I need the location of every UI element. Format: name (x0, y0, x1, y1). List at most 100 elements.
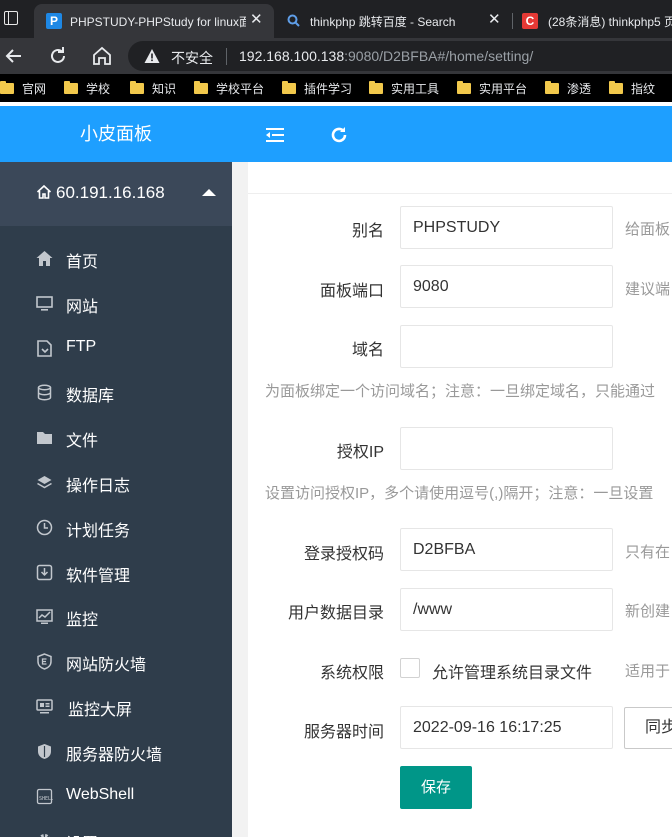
layers-icon (37, 475, 52, 489)
brand-title[interactable]: 小皮面板 (0, 106, 232, 162)
sync-time-button[interactable]: 同步 (624, 707, 672, 749)
tab-csdn[interactable]: C (28条消息) thinkphp5 页 (514, 4, 672, 38)
data-dir-input[interactable]: /www (400, 588, 613, 631)
auth-ip-tip: 设置访问授权IP，多个请使用逗号(,)隔开；注意：一旦设置 (265, 485, 654, 502)
sidebar-item-website[interactable]: 网站 (0, 281, 232, 326)
tab-phpstudy[interactable]: P PHPSTUDY-PHPStudy for linux面 ✕ (34, 4, 274, 38)
bookmark-xuexiao-pingtai[interactable]: 学校平台 (194, 80, 264, 97)
monitor-icon (36, 295, 53, 311)
sidebar-item-label: 网站 (66, 298, 99, 316)
bookmark-label: 指纹 (631, 82, 656, 96)
alias-input[interactable]: PHPSTUDY (400, 206, 613, 249)
ftp-icon (37, 339, 52, 357)
home-icon (93, 46, 111, 65)
auth-ip-input[interactable] (400, 427, 613, 470)
sidebar-item-label: 监控大屏 (68, 701, 133, 719)
bookmark-shiyong-pingtai[interactable]: 实用平台 (457, 80, 527, 97)
save-button[interactable]: 保存 (400, 766, 472, 809)
gear-icon (39, 834, 50, 837)
port-label: 面板端口 (319, 283, 384, 300)
alias-label: 别名 (351, 223, 384, 240)
sidebar-item-server-firewall[interactable]: 服务器防火墙 (0, 729, 232, 774)
tab-title: PHPSTUDY-PHPStudy for linux面 (70, 15, 246, 29)
tab-title: thinkphp 跳转百度 - Search (310, 15, 456, 29)
sidebar-item-web-firewall[interactable]: 网站防火墙 (0, 639, 232, 684)
search-favicon-icon (286, 13, 302, 29)
auth-code-input[interactable]: D2BFBA (400, 528, 613, 571)
sidebar-item-label: 文件 (66, 433, 99, 451)
data-dir-hint: 新创建 (625, 603, 671, 620)
bookmarks-bar: 官网 学校 知识 学校平台 插件学习 实用工具 实用平台 渗透 指纹 (0, 74, 672, 102)
server-selector[interactable]: 60.191.16.168 (0, 162, 232, 226)
reload-button[interactable] (46, 44, 70, 68)
sidebar: 小皮面板 60.191.16.168 首页 网站 FTP 数据库 文件 操作日志 (0, 106, 232, 837)
download-box-icon (36, 564, 53, 580)
server-time-input[interactable]: 2022-09-16 16:17:25 (400, 706, 613, 749)
address-bar[interactable]: 不安全 192.168.100.138:9080/D2BFBA#/home/se… (128, 41, 672, 71)
sidebar-item-big-screen[interactable]: 监控大屏 (0, 684, 232, 729)
collapse-menu-icon[interactable] (264, 124, 286, 146)
bookmark-chajian[interactable]: 插件学习 (282, 80, 352, 97)
folder-icon (64, 81, 78, 94)
bookmark-shiyong-gongju[interactable]: 实用工具 (369, 80, 439, 97)
bookmark-zhiwen[interactable]: 指纹 (609, 80, 655, 97)
sidebar-item-label: 设置 (66, 830, 98, 837)
sidebar-item-ftp[interactable]: FTP (0, 326, 232, 371)
bookmark-label: 知识 (152, 82, 177, 96)
clock-icon (36, 519, 53, 536)
url-path: :9080/D2BFBA#/home/setting/ (344, 48, 534, 64)
sidebar-item-label: 监控 (66, 612, 99, 630)
phpstudy-favicon-icon: P (46, 13, 62, 29)
sidebar-item-home[interactable]: 首页 (0, 236, 232, 281)
tab-separator (512, 13, 513, 29)
sidebar-item-webshell[interactable]: SHELL WebShell (0, 774, 232, 819)
sidebar-item-database[interactable]: 数据库 (0, 370, 232, 415)
bookmark-guanwang[interactable]: 官网 (0, 80, 46, 97)
caret-up-icon[interactable] (202, 189, 216, 196)
url-host: 192.168.100.138 (239, 48, 345, 64)
close-tab-icon[interactable]: ✕ (250, 12, 263, 28)
warning-icon[interactable] (144, 48, 160, 64)
allow-system-dir-checkbox[interactable] (400, 658, 420, 678)
bookmark-label: 实用平台 (479, 82, 528, 96)
folder-icon (130, 81, 144, 94)
sidebar-item-label: 软件管理 (66, 567, 131, 585)
allow-system-dir-label[interactable]: 允许管理系统目录文件 (432, 659, 592, 683)
browser-toolbar: 不安全 192.168.100.138:9080/D2BFBA#/home/se… (0, 38, 672, 74)
close-tab-icon[interactable]: ✕ (488, 12, 501, 28)
refresh-icon[interactable] (328, 124, 350, 146)
top-header (232, 106, 672, 162)
back-button[interactable] (2, 44, 26, 68)
url-text[interactable]: 192.168.100.138:9080/D2BFBA#/home/settin… (239, 48, 533, 64)
sidebar-item-files[interactable]: 文件 (0, 415, 232, 460)
panel-divider (248, 193, 672, 194)
domain-input[interactable] (400, 325, 613, 368)
sidebar-item-scheduled-tasks[interactable]: 计划任务 (0, 505, 232, 550)
terminal-icon: SHELL (36, 788, 53, 804)
bookmark-xuexiao[interactable]: 学校 (64, 80, 110, 97)
bookmark-label: 学校 (86, 82, 111, 96)
domain-tip: 为面板绑定一个访问域名；注意：一旦绑定域名，只能通过 (265, 383, 656, 400)
insecure-label[interactable]: 不安全 (171, 48, 213, 68)
port-input[interactable]: 9080 (400, 265, 613, 308)
shield-e-icon (37, 653, 52, 670)
sidebar-item-software[interactable]: 软件管理 (0, 550, 232, 595)
svg-text:SHELL: SHELL (39, 796, 53, 802)
bookmark-shentou[interactable]: 渗透 (545, 80, 591, 97)
auth-code-label: 登录授权码 (303, 546, 384, 563)
tab-search[interactable]: thinkphp 跳转百度 - Search ✕ (274, 4, 512, 38)
tab-actions-icon[interactable] (4, 11, 18, 25)
folder-icon (0, 81, 14, 94)
bookmark-label: 插件学习 (304, 82, 353, 96)
home-button[interactable] (90, 44, 114, 68)
folder-icon (282, 81, 296, 94)
sidebar-item-monitor[interactable]: 监控 (0, 594, 232, 639)
omnibox-divider (226, 48, 227, 65)
sidebar-item-operation-log[interactable]: 操作日志 (0, 460, 232, 505)
sidebar-item-settings[interactable]: 设置 (0, 818, 232, 837)
folder-icon (457, 81, 471, 94)
port-hint: 建议端 (625, 281, 671, 298)
bookmark-zhishi[interactable]: 知识 (130, 80, 176, 97)
home-icon (36, 251, 53, 266)
server-ip: 60.191.16.168 (56, 183, 165, 202)
